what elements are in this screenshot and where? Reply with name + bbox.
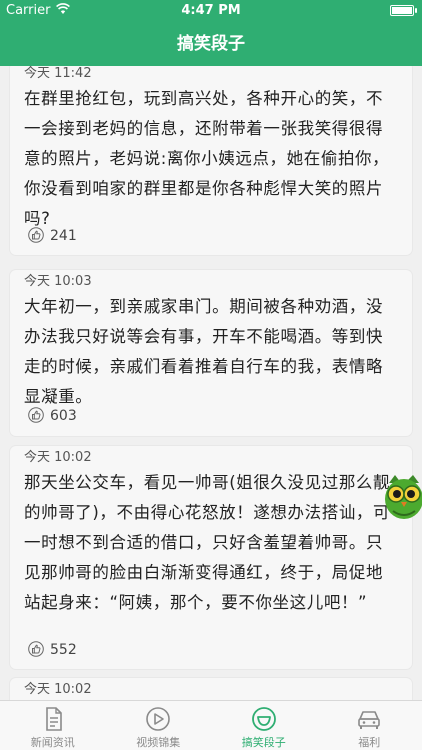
battery-icon <box>390 5 417 16</box>
thumbs-up-icon <box>28 227 44 243</box>
joke-card[interactable]: 今天 10:02 那天坐公交车，看见一帅哥(姐很久没见过那么靓的帅哥了)，不由得… <box>10 446 412 669</box>
like-count: 552 <box>50 642 77 658</box>
joke-card[interactable]: 今天 11:42 在群里抢红包，玩到高兴处，各种开心的笑，不一会接到老妈的信息，… <box>10 66 412 255</box>
tab-label: 视频锦集 <box>136 736 181 749</box>
post-time: 今天 10:02 <box>24 450 92 465</box>
tab-label: 搞笑段子 <box>241 736 286 749</box>
like-button[interactable]: 603 <box>28 405 77 427</box>
joke-feed[interactable]: 今天 11:42 在群里抢红包，玩到高兴处，各种开心的笑，不一会接到老妈的信息，… <box>0 66 422 700</box>
post-time: 今天 10:02 <box>24 682 92 697</box>
joke-text: 在群里抢红包，玩到高兴处，各种开心的笑，不一会接到老妈的信息，还附带着一张我笑得… <box>24 89 390 228</box>
like-button[interactable]: 552 <box>28 639 77 661</box>
joke-card[interactable]: 今天 10:02 <box>10 678 412 700</box>
tab-bar: 新闻资讯 视频锦集 搞笑段子 福利 <box>0 700 422 750</box>
like-count: 241 <box>50 228 77 244</box>
page-title: 搞笑段子 <box>0 22 422 66</box>
post-time: 今天 11:42 <box>24 66 92 81</box>
tab-label: 新闻资讯 <box>30 736 75 749</box>
news-icon <box>45 707 62 731</box>
tab-jokes[interactable]: 搞笑段子 <box>211 701 317 750</box>
car-icon <box>358 711 381 729</box>
owl-mascot-icon[interactable] <box>383 473 422 523</box>
tab-videos[interactable]: 视频锦集 <box>106 701 212 750</box>
thumbs-up-icon <box>28 407 44 423</box>
status-bar: Carrier 4:47 PM <box>0 0 422 22</box>
joke-text: 那天坐公交车，看见一帅哥(姐很久没见过那么靓的帅哥了)，不由得心花怒放！遂想办法… <box>24 473 391 612</box>
like-button[interactable]: 241 <box>28 225 77 247</box>
post-time: 今天 10:03 <box>24 274 92 289</box>
tab-label: 福利 <box>358 736 381 749</box>
video-play-icon <box>146 707 171 731</box>
like-count: 603 <box>50 408 77 424</box>
thumbs-up-icon <box>28 641 44 657</box>
clock: 4:47 PM <box>181 3 241 18</box>
joke-card[interactable]: 今天 10:03 大年初一，到亲戚家串门。期间被各种劝酒，没办法我只好说等会有事… <box>10 270 412 436</box>
smile-icon <box>251 707 276 731</box>
tab-news[interactable]: 新闻资讯 <box>0 701 106 750</box>
tab-welfare[interactable]: 福利 <box>317 701 422 750</box>
joke-text: 大年初一，到亲戚家串门。期间被各种劝酒，没办法我只好说等会有事，开车不能喝酒。等… <box>24 297 384 406</box>
